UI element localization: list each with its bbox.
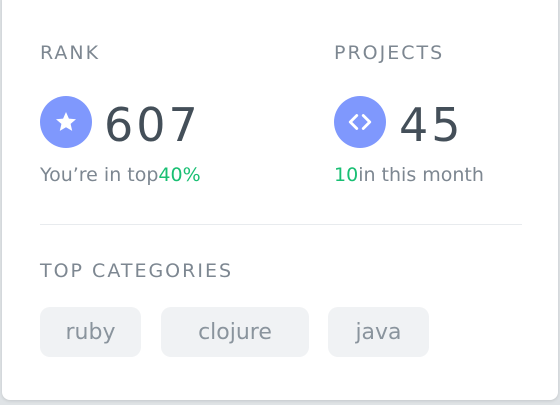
category-tag-java[interactable]: java [328,307,429,357]
projects-sub-suffix: in this month [358,164,484,186]
star-icon [40,96,92,148]
category-tag-clojure[interactable]: clojure [161,307,309,357]
rank-value: 607 [104,98,201,152]
rank-percent: 40% [158,164,201,186]
projects-label: PROJECTS [334,42,445,64]
top-categories-label: TOP CATEGORIES [40,260,234,282]
category-tag-ruby[interactable]: ruby [40,307,141,357]
projects-month-count: 10 [334,164,359,186]
code-icon [334,96,386,148]
divider [40,224,522,225]
stats-card: RANK 607 You’re in top40% PROJECTS 45 10… [2,0,558,400]
projects-value: 45 [399,98,464,152]
rank-subtext: You’re in top40% [40,164,201,186]
rank-sub-prefix: You’re in top [40,164,159,186]
projects-subtext: 10in this month [334,164,484,186]
rank-label: RANK [40,42,101,64]
